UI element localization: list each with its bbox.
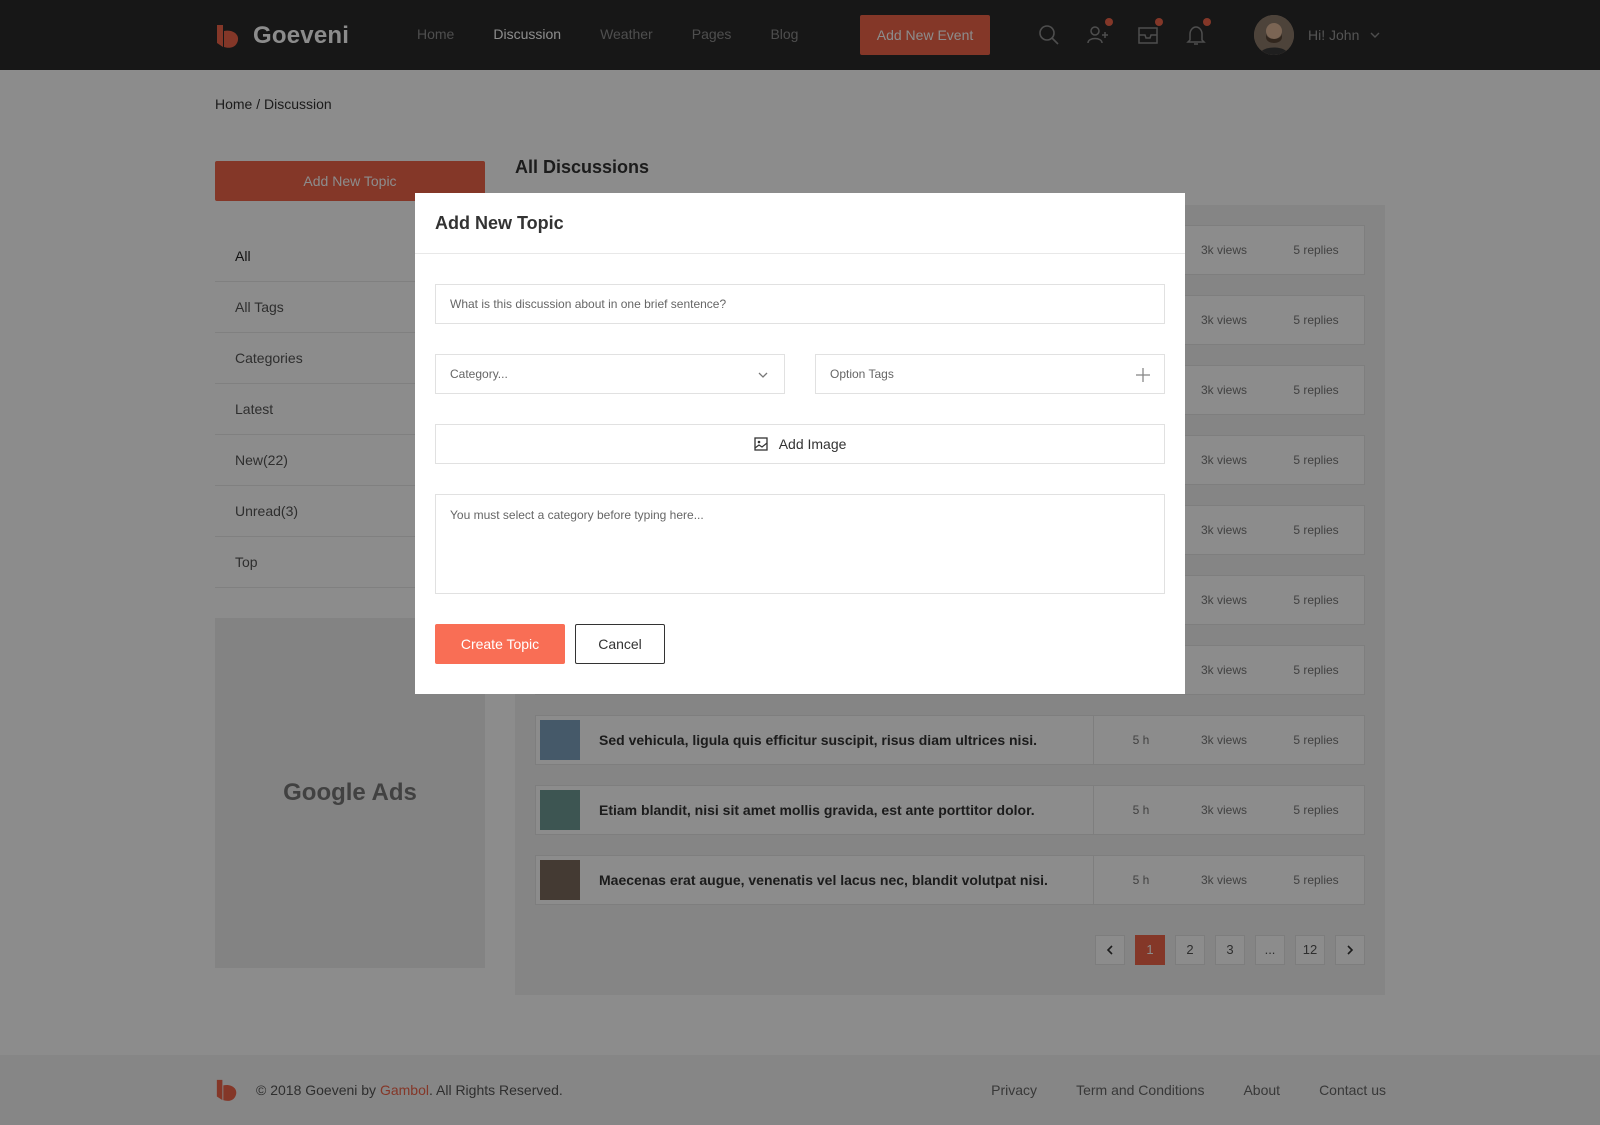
- plus-icon[interactable]: [1136, 368, 1150, 382]
- topic-body-textarea[interactable]: You must select a category before typing…: [435, 494, 1165, 594]
- add-image-button[interactable]: Add Image: [435, 424, 1165, 464]
- cancel-button[interactable]: Cancel: [575, 624, 665, 664]
- add-topic-modal: Add New Topic What is this discussion ab…: [415, 193, 1185, 694]
- option-tags-input[interactable]: Option Tags: [815, 354, 1165, 394]
- modal-title: Add New Topic: [435, 213, 564, 233]
- create-topic-button[interactable]: Create Topic: [435, 624, 565, 664]
- category-select[interactable]: Category...: [435, 354, 785, 394]
- option-tags-placeholder: Option Tags: [830, 367, 894, 381]
- add-image-label: Add Image: [778, 436, 847, 452]
- modal-header: Add New Topic: [415, 193, 1185, 254]
- topic-title-input[interactable]: What is this discussion about in one bri…: [435, 284, 1165, 324]
- image-icon: [753, 437, 768, 451]
- chevron-down-icon: [758, 372, 768, 378]
- category-select-placeholder: Category...: [450, 367, 508, 381]
